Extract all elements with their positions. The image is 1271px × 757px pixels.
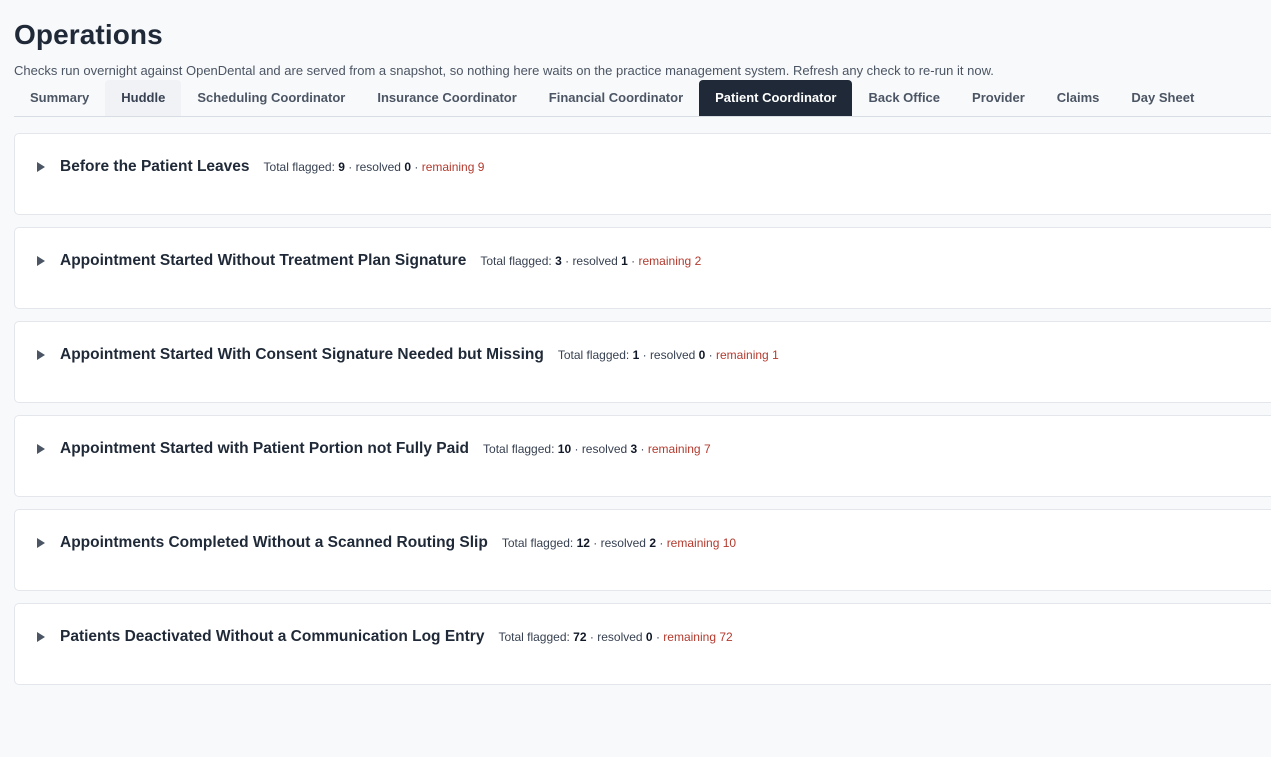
section-title: Appointment Started with Patient Portion… <box>60 440 470 457</box>
section-title: Appointment Started With Consent Signatu… <box>60 346 544 363</box>
section-toggle[interactable]: Before the Patient Leaves Total flagged:… <box>35 157 484 177</box>
resolved-count: 0 <box>698 348 706 362</box>
remaining-count: remaining 7 <box>647 442 711 456</box>
check-section: Appointment Started with Patient Portion… <box>14 415 1271 497</box>
expand-caret-icon <box>37 256 45 266</box>
section-title: Patients Deactivated Without a Communica… <box>60 628 485 645</box>
expand-caret-icon <box>37 444 45 454</box>
tab-financial-coordinator[interactable]: Financial Coordinator <box>533 80 699 116</box>
section-title: Appointments Completed Without a Scanned… <box>60 534 488 551</box>
tab-huddle[interactable]: Huddle <box>105 80 182 116</box>
tab-summary[interactable]: Summary <box>14 80 105 116</box>
expand-caret-icon <box>37 632 45 642</box>
total-flagged-count: 1 <box>632 348 640 362</box>
check-section: Patients Deactivated Without a Communica… <box>14 603 1271 685</box>
operations-page: Operations Checks run overnight against … <box>0 0 1271 757</box>
tab-day-sheet[interactable]: Day Sheet <box>1115 80 1210 116</box>
page-subtitle: Checks run overnight against OpenDental … <box>14 63 994 78</box>
resolved-count: 1 <box>621 254 628 268</box>
section-counts: Total flagged: 10 · resolved 3 · remaini… <box>483 442 711 456</box>
remaining-count: remaining 10 <box>666 536 737 550</box>
check-sections: Before the Patient Leaves Total flagged:… <box>14 133 1271 697</box>
role-tabs: Summary Huddle Scheduling Coordinator In… <box>14 80 1271 117</box>
section-counts: Total flagged: 9 · resolved 0 · remainin… <box>263 160 485 174</box>
section-toggle[interactable]: Appointment Started With Consent Signatu… <box>35 345 779 365</box>
section-counts: Total flagged: 72 · resolved 0 · remaini… <box>498 630 733 644</box>
tab-insurance-coordinator[interactable]: Insurance Coordinator <box>361 80 532 116</box>
page-title: Operations <box>14 19 163 50</box>
check-section: Appointment Started With Consent Signatu… <box>14 321 1271 403</box>
expand-caret-icon <box>37 162 45 172</box>
section-toggle[interactable]: Appointment Started with Patient Portion… <box>35 439 711 459</box>
tab-back-office[interactable]: Back Office <box>852 80 956 116</box>
resolved-count: 3 <box>630 442 638 456</box>
remaining-count: remaining 1 <box>716 348 779 362</box>
remaining-count: remaining 2 <box>638 254 702 268</box>
remaining-count: remaining 72 <box>663 630 733 644</box>
total-flagged-count: 10 <box>557 442 572 456</box>
section-toggle[interactable]: Appointments Completed Without a Scanned… <box>35 533 736 553</box>
resolved-count: 2 <box>649 536 656 550</box>
section-counts: Total flagged: 1 · resolved 0 · remainin… <box>557 348 779 362</box>
section-counts: Total flagged: 12 · resolved 2 · remaini… <box>501 536 737 550</box>
tab-provider[interactable]: Provider <box>956 80 1041 116</box>
section-title: Before the Patient Leaves <box>60 158 250 175</box>
total-flagged-count: 9 <box>338 160 345 174</box>
tab-patient-coordinator[interactable]: Patient Coordinator <box>699 80 853 116</box>
check-section: Appointments Completed Without a Scanned… <box>14 509 1271 591</box>
expand-caret-icon <box>37 350 45 360</box>
total-flagged-count: 3 <box>555 254 562 268</box>
section-toggle[interactable]: Appointment Started Without Treatment Pl… <box>35 251 701 271</box>
resolved-count: 0 <box>645 630 653 644</box>
total-flagged-count: 72 <box>573 630 587 644</box>
section-counts: Total flagged: 3 · resolved 1 · remainin… <box>480 254 702 268</box>
check-section: Before the Patient Leaves Total flagged:… <box>14 133 1271 215</box>
section-toggle[interactable]: Patients Deactivated Without a Communica… <box>35 627 733 647</box>
check-section: Appointment Started Without Treatment Pl… <box>14 227 1271 309</box>
tab-claims[interactable]: Claims <box>1041 80 1116 116</box>
resolved-count: 0 <box>404 160 412 174</box>
tab-scheduling-coordinator[interactable]: Scheduling Coordinator <box>181 80 361 116</box>
remaining-count: remaining 9 <box>421 160 485 174</box>
expand-caret-icon <box>37 538 45 548</box>
section-title: Appointment Started Without Treatment Pl… <box>60 252 467 269</box>
total-flagged-count: 12 <box>576 536 590 550</box>
